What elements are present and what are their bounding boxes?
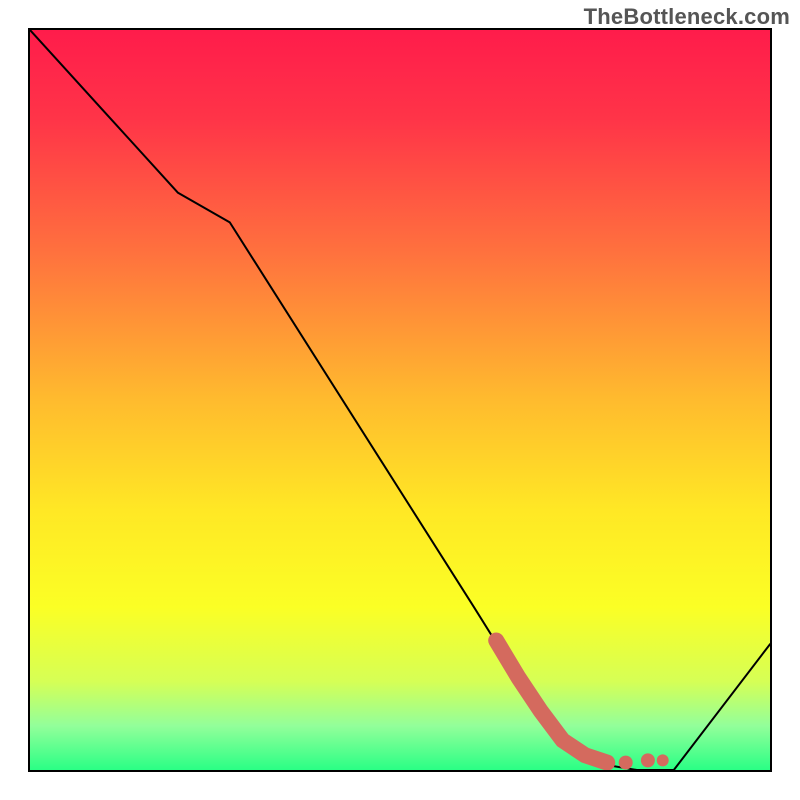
chart-plot-area <box>30 30 770 770</box>
gradient-background <box>30 30 770 770</box>
chart-container: TheBottleneck.com <box>0 0 800 800</box>
highlight-dot <box>641 753 655 767</box>
highlight-dot <box>619 756 633 770</box>
highlight-dot <box>657 754 669 766</box>
watermark-label: TheBottleneck.com <box>584 4 790 30</box>
chart-svg <box>30 30 770 770</box>
